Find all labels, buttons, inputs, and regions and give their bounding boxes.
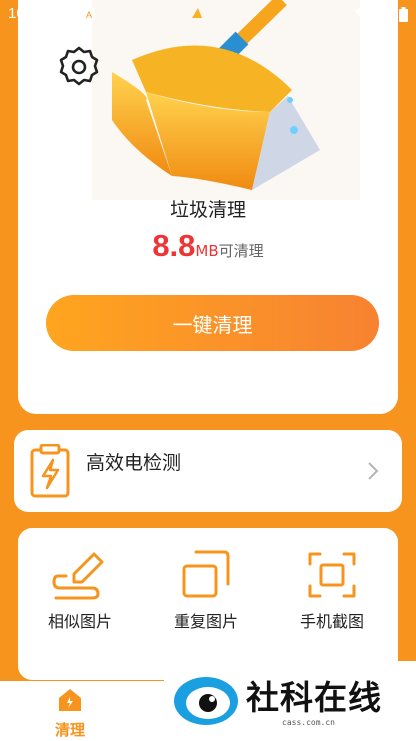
a-notification-icon: A xyxy=(83,8,95,20)
broom-illustration xyxy=(92,0,360,200)
svg-text:A: A xyxy=(86,10,92,20)
junk-size-value: 8.8 xyxy=(152,228,196,263)
duplicate-images-icon xyxy=(182,550,230,598)
screenshot-icon xyxy=(308,552,356,598)
screenshot-label: 手机截图 xyxy=(299,612,364,631)
battery-charge-icon xyxy=(30,444,70,498)
similar-images-tool[interactable]: 相似图片 xyxy=(30,550,130,632)
watermark-logo xyxy=(174,677,238,725)
page-title: 垃圾清理 xyxy=(169,199,246,221)
status-time: 10:58 xyxy=(8,5,46,22)
tools-card: 相似图片 重复图片 手机截图 xyxy=(18,528,398,680)
similar-images-label: 相似图片 xyxy=(47,612,112,631)
junk-size-suffix: 可清理 xyxy=(218,242,264,260)
battery-icon xyxy=(399,7,408,22)
screenshot-tool[interactable]: 手机截图 xyxy=(282,550,382,632)
signal-icon xyxy=(379,7,393,22)
nav-item-clean[interactable]: 清理 xyxy=(44,687,96,740)
watermark-text: 社科在线 xyxy=(246,678,382,717)
junk-size-unit: MB xyxy=(195,242,219,260)
one-click-clean-button[interactable]: 一键清理 xyxy=(46,295,379,351)
watermark-url: cass.com.cn xyxy=(282,718,335,727)
wifi-icon xyxy=(355,7,373,21)
chevron-right-icon xyxy=(368,462,379,480)
gear-icon[interactable] xyxy=(56,44,102,90)
battery-detect-card[interactable]: 高效电检测 xyxy=(14,430,402,512)
similar-images-icon xyxy=(52,552,104,600)
duplicate-images-label: 重复图片 xyxy=(173,612,238,631)
broom-icon xyxy=(59,689,81,711)
junk-size: 8.8MB可清理 xyxy=(0,228,416,264)
download-icon xyxy=(59,8,71,22)
nav-item-clean-label: 清理 xyxy=(54,721,85,739)
status-bar: 10:58 A xyxy=(0,0,416,30)
battery-detect-label: 高效电检测 xyxy=(86,452,182,474)
watermark: 社科在线 cass.com.cn xyxy=(164,661,416,741)
duplicate-images-tool[interactable]: 重复图片 xyxy=(156,550,256,632)
